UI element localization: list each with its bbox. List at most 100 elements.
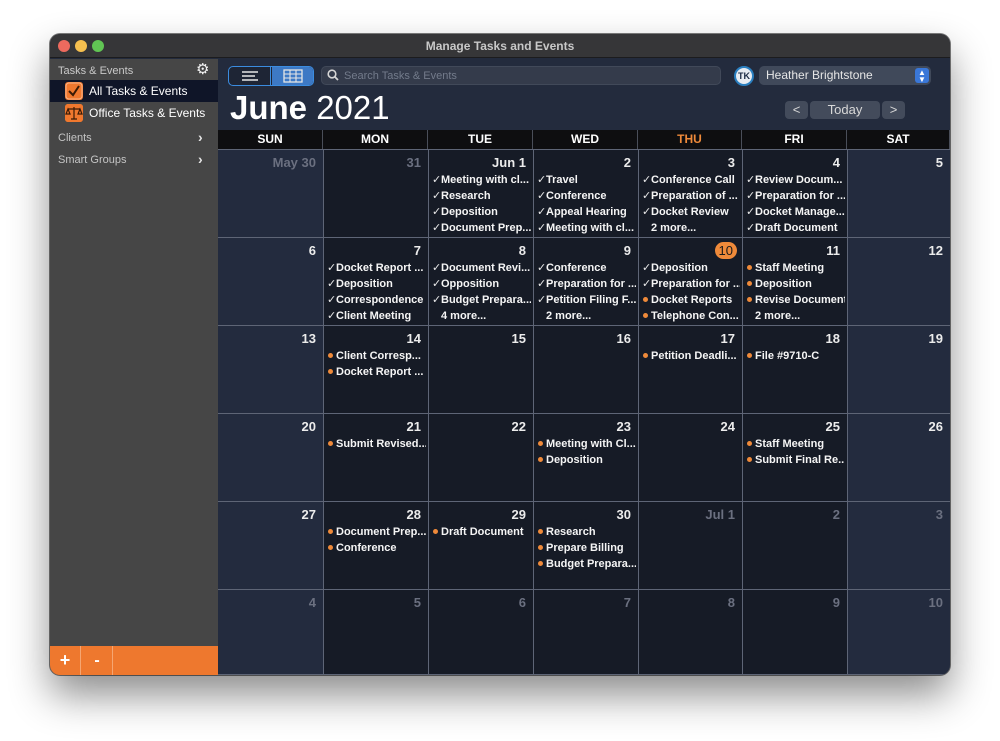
event-item[interactable]: ✓Deposition	[642, 260, 740, 276]
event-item[interactable]: ✓Preparation for ...	[642, 276, 740, 292]
month-view-button[interactable]	[272, 67, 313, 85]
more-events-link[interactable]: 2 more...	[746, 308, 845, 324]
day-cell[interactable]: Jun 1 ✓Meeting with cl... ✓Research ✓Deposi…	[429, 150, 533, 237]
sidebar-group-smart-groups[interactable]: Smart Groups ›	[50, 149, 218, 171]
event-item[interactable]: Revise Document	[746, 292, 845, 308]
day-cell[interactable]: 2	[743, 502, 847, 589]
day-cell[interactable]: 5	[324, 590, 428, 674]
day-cell[interactable]: Jul 1	[639, 502, 742, 589]
day-cell[interactable]: 24	[639, 414, 742, 501]
event-item[interactable]: Deposition	[537, 452, 636, 468]
day-cell[interactable]: 14 Client Corresp... Docket Report ...	[324, 326, 428, 413]
remove-button[interactable]: -	[82, 646, 113, 675]
day-cell[interactable]: 21 Submit Revised...	[324, 414, 428, 501]
event-item[interactable]: Docket Report ...	[327, 364, 426, 380]
event-item[interactable]: Research	[537, 524, 636, 540]
day-cell[interactable]: 4	[218, 590, 323, 674]
sidebar-item-all-tasks[interactable]: All Tasks & Events	[50, 80, 218, 102]
day-cell[interactable]: 16	[534, 326, 638, 413]
event-item[interactable]: Meeting with Cl...	[537, 436, 636, 452]
day-cell[interactable]: 7	[534, 590, 638, 674]
day-cell[interactable]: 9 ✓Conference ✓Preparation for ... ✓Petitio…	[534, 238, 638, 325]
day-cell[interactable]: 22	[429, 414, 533, 501]
day-cell[interactable]: 8 ✓Document Revi... ✓Opposition ✓Budget Pre…	[429, 238, 533, 325]
event-item[interactable]: ✓Conference	[537, 260, 636, 276]
event-item[interactable]: Telephone Con...	[642, 308, 740, 324]
more-events-link[interactable]: 2 more...	[642, 220, 740, 236]
event-item[interactable]: Staff Meeting	[746, 260, 845, 276]
day-cell[interactable]: 4 ✓Review Docum... ✓Preparation for ... ✓Do…	[743, 150, 847, 237]
event-item[interactable]: ✓Docket Report ...	[327, 260, 426, 276]
event-item[interactable]: ✓Review Docum...	[746, 172, 845, 188]
event-item[interactable]: Deposition	[746, 276, 845, 292]
event-item[interactable]: Client Corresp...	[327, 348, 426, 364]
day-cell[interactable]: 9	[743, 590, 847, 674]
event-item[interactable]: ✓Document Revi...	[432, 260, 531, 276]
day-cell[interactable]: 13	[218, 326, 323, 413]
event-item[interactable]: ✓Docket Manage...	[746, 204, 845, 220]
previous-month-button[interactable]: <	[785, 101, 808, 119]
event-item[interactable]: ✓Deposition	[432, 204, 531, 220]
day-cell[interactable]: 28 Document Prep... Conference	[324, 502, 428, 589]
event-item[interactable]: Draft Document	[432, 524, 531, 540]
day-cell[interactable]: 11 Staff Meeting Deposition Revise Document…	[743, 238, 847, 325]
event-item[interactable]: Petition Deadli...	[642, 348, 740, 364]
more-events-link[interactable]: 4 more...	[432, 308, 531, 324]
user-select[interactable]: Heather Brightstone ▲ ▼	[759, 66, 931, 85]
sidebar-item-office-tasks[interactable]: Office Tasks & Events	[50, 102, 218, 124]
day-cell[interactable]: 23 Meeting with Cl... Deposition	[534, 414, 638, 501]
event-item[interactable]: ✓Appeal Hearing	[537, 204, 636, 220]
event-item[interactable]: ✓Conference	[537, 188, 636, 204]
gear-icon[interactable]: ⚙	[196, 62, 210, 77]
day-cell[interactable]: 8	[639, 590, 742, 674]
event-item[interactable]: ✓Opposition	[432, 276, 531, 292]
list-view-button[interactable]	[229, 67, 271, 85]
event-item[interactable]: ✓Preparation of ...	[642, 188, 740, 204]
day-cell[interactable]: 7 ✓Docket Report ... ✓Deposition ✓Correspon…	[324, 238, 428, 325]
search-field[interactable]	[321, 66, 721, 85]
day-cell[interactable]: 2 ✓Travel ✓Conference ✓Appeal Hearing ✓Meeti…	[534, 150, 638, 237]
day-cell[interactable]: 20	[218, 414, 323, 501]
event-item[interactable]: ✓Client Meeting	[327, 308, 426, 324]
day-cell[interactable]: 18 File #9710-C	[743, 326, 847, 413]
day-cell[interactable]: 26	[848, 414, 950, 501]
event-item[interactable]: ✓Conference Call	[642, 172, 740, 188]
event-item[interactable]: ✓Petition Filing F...	[537, 292, 636, 308]
day-cell[interactable]: 5	[848, 150, 950, 237]
event-item[interactable]: ✓Draft Document	[746, 220, 845, 236]
day-cell[interactable]: 10	[848, 590, 950, 674]
event-item[interactable]: ✓Budget Prepara...	[432, 292, 531, 308]
event-item[interactable]: ✓Travel	[537, 172, 636, 188]
event-item[interactable]: Budget Prepara...	[537, 556, 636, 572]
add-button[interactable]: +	[50, 646, 81, 675]
day-cell[interactable]: 12	[848, 238, 950, 325]
day-cell[interactable]: 3	[848, 502, 950, 589]
day-cell[interactable]: 25 Staff Meeting Submit Final Re...	[743, 414, 847, 501]
day-cell[interactable]: 29 Draft Document	[429, 502, 533, 589]
day-cell[interactable]: 3 ✓Conference Call ✓Preparation of ... ✓Doc…	[639, 150, 742, 237]
day-cell[interactable]: 6	[218, 238, 323, 325]
event-item[interactable]: Prepare Billing	[537, 540, 636, 556]
event-item[interactable]: File #9710-C	[746, 348, 845, 364]
event-item[interactable]: ✓Correspondence	[327, 292, 426, 308]
search-input[interactable]	[344, 68, 714, 83]
event-item[interactable]: ✓Deposition	[327, 276, 426, 292]
day-cell[interactable]: 30 Research Prepare Billing Budget Prepara.…	[534, 502, 638, 589]
event-item[interactable]: ✓Preparation for ...	[537, 276, 636, 292]
day-cell[interactable]: 10 ✓Deposition ✓Preparation for ... Docket …	[639, 238, 742, 325]
event-item[interactable]: Staff Meeting	[746, 436, 845, 452]
event-item[interactable]: Docket Reports	[642, 292, 740, 308]
event-item[interactable]: Submit Revised...	[327, 436, 426, 452]
today-button[interactable]: Today	[810, 101, 880, 119]
event-item[interactable]: ✓Research	[432, 188, 531, 204]
event-item[interactable]: ✓Preparation for ...	[746, 188, 845, 204]
event-item[interactable]: Submit Final Re...	[746, 452, 845, 468]
day-cell[interactable]: 31	[324, 150, 428, 237]
day-cell[interactable]: 6	[429, 590, 533, 674]
more-events-link[interactable]: 2 more...	[537, 308, 636, 324]
event-item[interactable]: ✓Docket Review	[642, 204, 740, 220]
day-cell[interactable]: 27	[218, 502, 323, 589]
day-cell[interactable]: 15	[429, 326, 533, 413]
event-item[interactable]: Document Prep...	[327, 524, 426, 540]
day-cell[interactable]: 19	[848, 326, 950, 413]
